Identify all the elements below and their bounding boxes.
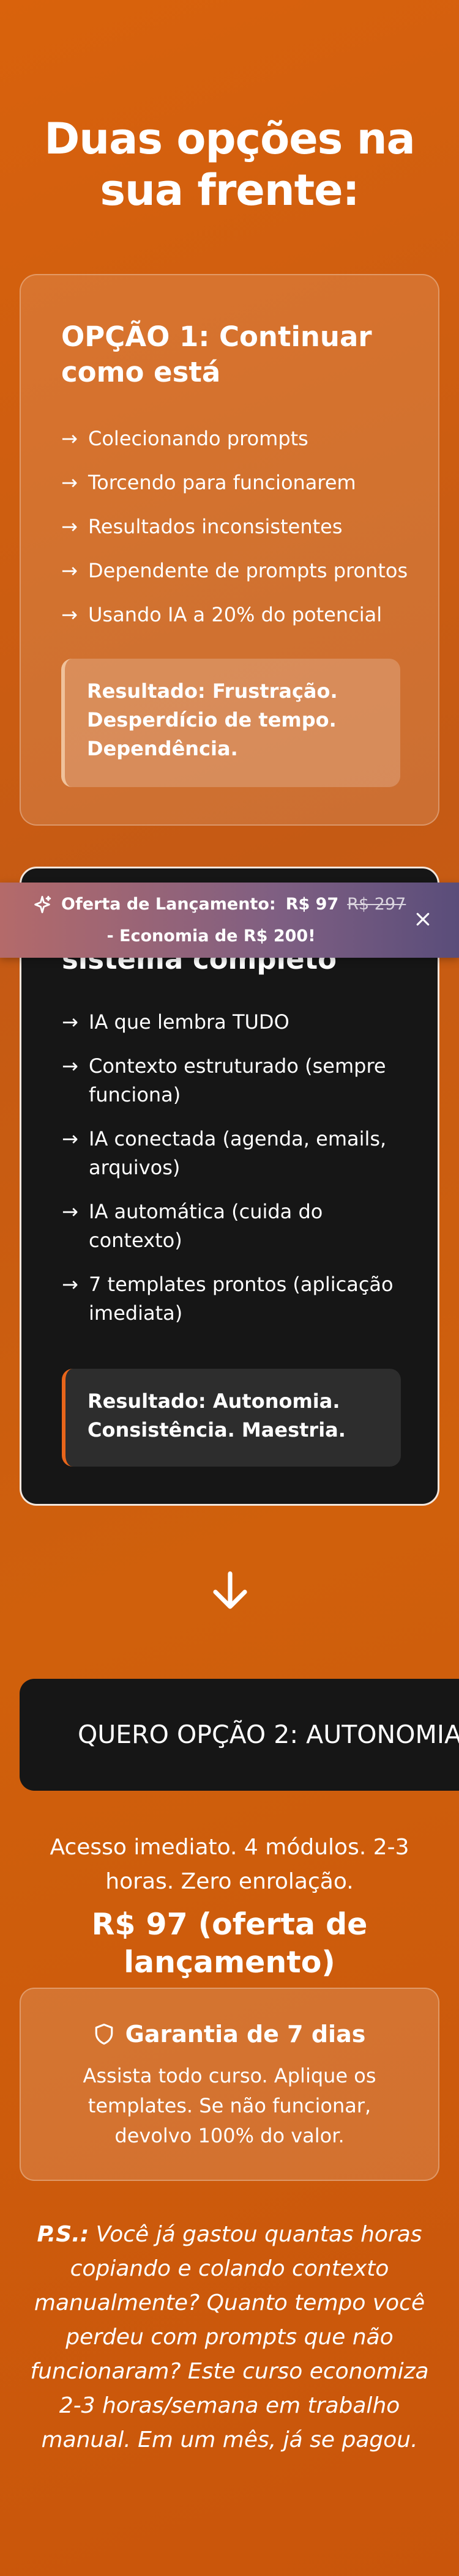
- option1-card: OPÇÃO 1: Continuar como está → Colecionan…: [20, 274, 439, 826]
- arrow-right-icon: →: [61, 427, 78, 450]
- list-item: → Colecionando prompts: [61, 424, 416, 453]
- option1-list: → Colecionando prompts → Torcendo para fun…: [61, 424, 416, 645]
- cta-label: QUERO OPÇÃO 2: AUTONOMIA C: [78, 1720, 459, 1749]
- ps-body: Você já gastou quantas horas copiando e …: [30, 2222, 429, 2452]
- offer-label: Oferta de Lançamento:: [61, 895, 276, 914]
- option2-list: → IA que lembra TUDO → Contexto estruturad…: [62, 1008, 417, 1343]
- guarantee-card: Garantia de 7 dias Assista todo curso. A…: [20, 1988, 439, 2181]
- list-item: → IA que lembra TUDO: [62, 1008, 417, 1037]
- arrow-right-icon: →: [62, 1010, 78, 1034]
- arrow-down-icon: [213, 1571, 247, 1609]
- shield-icon: [95, 2023, 113, 2045]
- option2-result: Resultado: Autonomia. Consistência. Maes…: [62, 1369, 401, 1467]
- list-item: → IA automática (cuida do contexto): [62, 1197, 417, 1255]
- list-item: → 7 templates prontos (aplicação imediata…: [62, 1270, 417, 1328]
- list-item: → IA conectada (agenda, emails, arquivos): [62, 1125, 417, 1182]
- guarantee-title: Garantia de 7 dias: [125, 2021, 366, 2048]
- arrow-right-icon: →: [62, 1054, 78, 1078]
- arrow-right-icon: →: [61, 471, 78, 494]
- page-title: Duas opções na sua frente:: [44, 114, 416, 215]
- offer-old-price: R$ 297: [347, 895, 406, 914]
- access-text: Acesso imediato. 4 módulos. 2-3 horas. Z…: [50, 1835, 409, 1894]
- arrow-right-icon: →: [62, 1273, 78, 1296]
- cta-button[interactable]: QUERO OPÇÃO 2: AUTONOMIA C: [20, 1679, 459, 1791]
- list-item: → Contexto estruturado (sempre funciona): [62, 1052, 417, 1109]
- arrow-right-icon: →: [61, 603, 78, 626]
- guarantee-text: Assista todo curso. Aplique os templates…: [83, 2064, 376, 2147]
- arrow-right-icon: →: [62, 1127, 78, 1150]
- ps-label: P.S.:: [37, 2222, 89, 2247]
- arrow-right-icon: →: [61, 559, 78, 582]
- launch-offer-banner[interactable]: Oferta de Lançamento: R$ 97 R$ 297 - Eco…: [0, 883, 459, 958]
- price-line: R$ 97 (oferta de lançamento): [91, 1907, 368, 1980]
- sparkle-icon: [34, 895, 51, 914]
- page: Duas opções na sua frente: OPÇÃO 1: Cont…: [0, 0, 459, 2576]
- offer-savings: - Economia de R$ 200!: [106, 927, 316, 946]
- close-icon[interactable]: [414, 910, 432, 928]
- list-item: → Resultados inconsistentes: [61, 513, 416, 541]
- arrow-right-icon: →: [61, 515, 78, 538]
- ps-text: P.S.: Você já gastou quantas horas copia…: [18, 2218, 441, 2457]
- list-item: → Torcendo para funcionarem: [61, 468, 416, 497]
- offer-row: Oferta de Lançamento: R$ 97 R$ 297: [32, 894, 406, 916]
- option1-result: Resultado: Frustração. Desperdício de te…: [61, 659, 400, 787]
- arrow-right-icon: →: [62, 1200, 78, 1223]
- list-item: → Usando IA a 20% do potencial: [61, 601, 416, 629]
- option1-title: OPÇÃO 1: Continuar como está: [61, 320, 372, 388]
- option2-card: sistema completo → IA que lembra TUDO → Co…: [20, 867, 439, 1506]
- offer-price: R$ 97: [285, 895, 339, 914]
- list-item: → Dependente de prompts prontos: [61, 557, 416, 585]
- guarantee-title-row: Garantia de 7 dias: [21, 2019, 438, 2049]
